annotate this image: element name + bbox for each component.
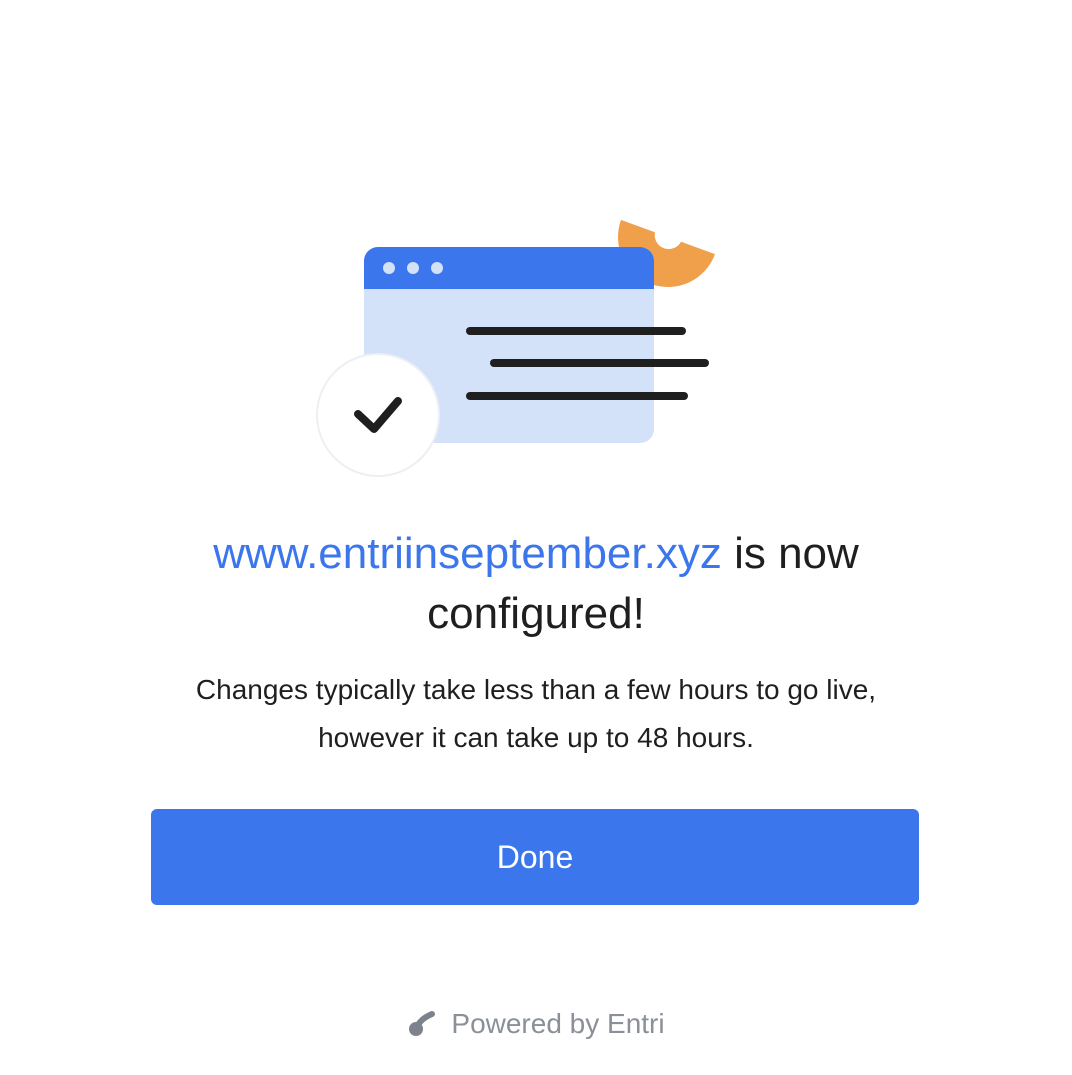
- success-headline: www.entriinseptember.xyz is now configur…: [136, 524, 936, 644]
- propagation-notice: Changes typically take less than a few h…: [195, 674, 877, 753]
- check-circle: [316, 353, 440, 477]
- window-dot-icon: [407, 262, 419, 274]
- done-button[interactable]: Done: [151, 809, 919, 905]
- window-dot-icon: [383, 262, 395, 274]
- browser-window-illustration: [316, 219, 715, 477]
- configured-domain: www.entriinseptember.xyz: [213, 529, 722, 578]
- success-page: www.entriinseptember.xyz is now configur…: [0, 0, 1072, 1075]
- powered-by-text: Powered by Entri: [451, 1008, 665, 1039]
- window-dot-icon: [431, 262, 443, 274]
- powered-by-footer: Powered by Entri: [0, 1004, 1072, 1044]
- entri-logo-icon: [409, 1011, 436, 1036]
